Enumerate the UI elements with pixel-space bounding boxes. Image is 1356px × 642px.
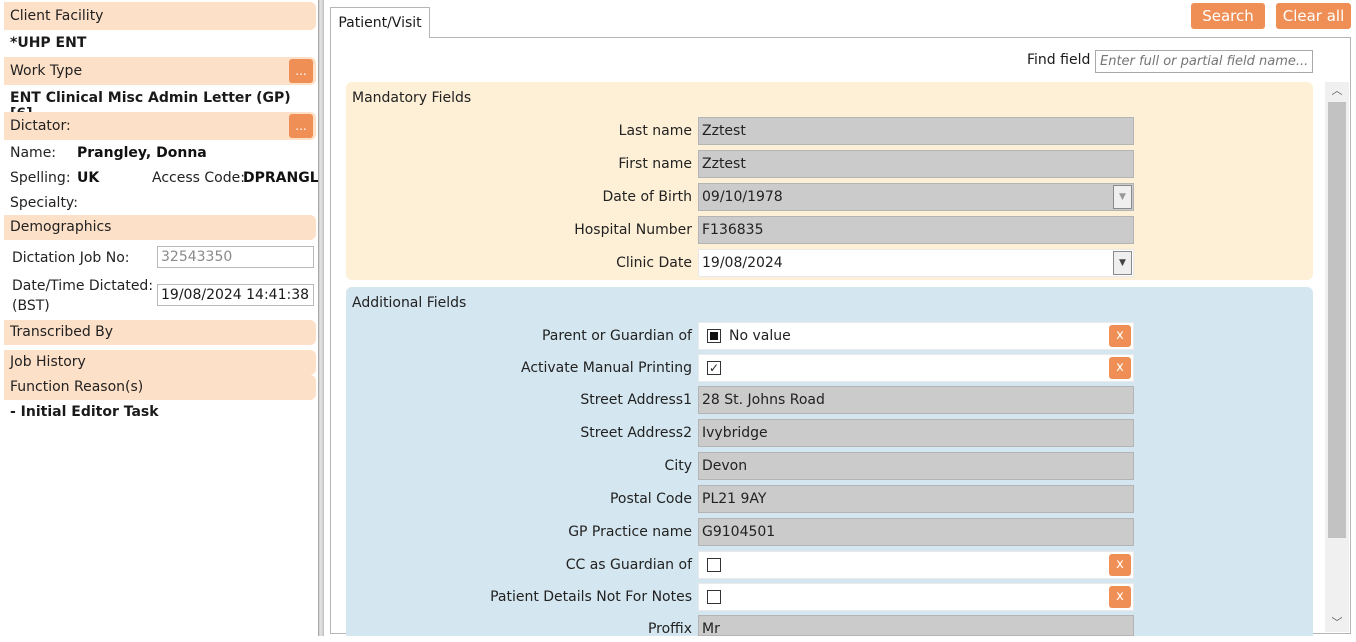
last-name-field[interactable]: Zztest (698, 117, 1134, 145)
clinic-date-label: Clinic Date (616, 255, 692, 271)
tab-patient-visit[interactable]: Patient/Visit (330, 7, 430, 38)
find-field-label: Find field (1027, 52, 1091, 68)
scroll-up-icon[interactable]: ︿ (1325, 82, 1349, 100)
cc-guardian-field[interactable]: x (698, 551, 1134, 579)
demographics-header: Demographics (4, 215, 316, 240)
checkbox-icon[interactable]: ✓ (707, 361, 721, 375)
work-type-select-button[interactable]: ... (289, 59, 313, 83)
dictator-header-label: Dictator: (10, 118, 71, 134)
transcribed-by-header[interactable]: Transcribed By (4, 320, 316, 345)
function-reason-header: Function Reason(s) (4, 375, 316, 400)
parent-guardian-value: No value (729, 328, 791, 344)
date-time-dictated-label: Date/Time Dictated: (12, 278, 154, 294)
date-of-birth-field[interactable]: 09/10/1978 ▼ (698, 183, 1134, 211)
postal-code-field[interactable]: PL21 9AY (698, 485, 1134, 513)
cc-guardian-label: CC as Guardian of (565, 557, 692, 573)
dictator-name-value: Prangley, Donna (77, 145, 207, 161)
additional-fields-title: Additional Fields (352, 295, 467, 311)
city-value: Devon (702, 458, 748, 474)
postal-code-label: Postal Code (609, 491, 692, 507)
job-details-panel: Client Facility *UHP ENT Work Type ... E… (0, 0, 319, 636)
activate-manual-printing-field[interactable]: ✓ x (698, 354, 1134, 382)
postal-code-value: PL21 9AY (702, 491, 767, 507)
patient-details-not-for-notes-label: Patient Details Not For Notes (490, 589, 692, 605)
cc-guardian-clear-button[interactable]: x (1109, 554, 1131, 576)
find-field-input[interactable] (1095, 50, 1313, 73)
clinic-date-value: 19/08/2024 (702, 255, 783, 271)
parent-guardian-label: Parent or Guardian of (541, 328, 692, 344)
dictator-header: Dictator: ... (4, 112, 316, 140)
checkbox-icon[interactable] (707, 558, 721, 572)
street-address1-value: 28 St. Johns Road (702, 392, 825, 408)
client-facility-header: Client Facility (4, 2, 316, 30)
dictator-select-button[interactable]: ... (289, 114, 313, 138)
chevron-down-icon[interactable]: ▼ (1113, 251, 1132, 275)
last-name-value: Zztest (702, 123, 746, 139)
street-address2-value: Ivybridge (702, 425, 768, 441)
date-of-birth-value: 09/10/1978 (702, 189, 783, 205)
prefix-field[interactable]: Mr (698, 615, 1134, 637)
work-type-header: Work Type ... (4, 57, 316, 85)
function-reason-value: - Initial Editor Task (10, 404, 159, 420)
dictator-name-label: Name: (10, 145, 57, 161)
mandatory-fields-title: Mandatory Fields (352, 90, 472, 106)
patient-details-not-for-notes-field[interactable]: x (698, 583, 1134, 611)
dictation-job-no-field[interactable]: 32543350 (157, 246, 314, 268)
street-address2-label: Street Address2 (580, 425, 692, 441)
scrollbar-thumb[interactable] (1328, 102, 1346, 538)
work-type-header-label: Work Type (10, 63, 83, 79)
transcribed-by-header-label: Transcribed By (10, 324, 114, 340)
last-name-label: Last name (618, 123, 692, 139)
client-facility-header-label: Client Facility (10, 8, 104, 24)
spelling-label: Spelling: (10, 170, 71, 186)
city-field[interactable]: Devon (698, 452, 1134, 480)
street-address1-label: Street Address1 (580, 392, 692, 408)
parent-guardian-field[interactable]: No value x (698, 322, 1134, 350)
gp-practice-name-field[interactable]: G9104501 (698, 518, 1134, 546)
gp-practice-name-value: G9104501 (702, 524, 776, 540)
hospital-number-label: Hospital Number (574, 222, 692, 238)
access-code-label: Access Code: (152, 170, 245, 186)
access-code-value: DPRANGL (243, 170, 319, 186)
job-history-header-label: Job History (10, 354, 86, 370)
street-address2-field[interactable]: Ivybridge (698, 419, 1134, 447)
clear-all-button[interactable]: Clear all (1276, 3, 1351, 29)
client-facility-value: *UHP ENT (10, 35, 87, 51)
activate-manual-printing-label: Activate Manual Printing (520, 360, 692, 376)
checkbox-icon[interactable] (707, 329, 721, 343)
first-name-value: Zztest (702, 156, 746, 172)
date-time-dictated-field[interactable]: 19/08/2024 14:41:38 (157, 284, 314, 306)
city-label: City (664, 458, 692, 474)
date-time-dictated-tz-label: (BST) (12, 298, 50, 314)
hospital-number-field[interactable]: F136835 (698, 216, 1134, 244)
patient-details-not-for-notes-clear-button[interactable]: x (1109, 586, 1131, 608)
function-reason-header-label: Function Reason(s) (10, 379, 144, 395)
search-button[interactable]: Search (1191, 3, 1265, 29)
job-history-header[interactable]: Job History (4, 350, 316, 375)
date-of-birth-label: Date of Birth (602, 189, 692, 205)
checkbox-icon[interactable] (707, 590, 721, 604)
street-address1-field[interactable]: 28 St. Johns Road (698, 386, 1134, 414)
spelling-value: UK (77, 170, 100, 186)
parent-guardian-clear-button[interactable]: x (1109, 325, 1131, 347)
demographics-header-label: Demographics (10, 219, 112, 235)
prefix-value: Mr (702, 621, 720, 637)
panel-splitter[interactable] (318, 0, 324, 636)
prefix-label: Proffix (647, 621, 692, 637)
chevron-down-icon[interactable]: ▼ (1113, 185, 1132, 209)
vertical-scrollbar[interactable]: ︿ ﹀ (1325, 82, 1349, 632)
hospital-number-value: F136835 (702, 222, 764, 238)
activate-manual-printing-clear-button[interactable]: x (1109, 357, 1131, 379)
scroll-down-icon[interactable]: ﹀ (1325, 614, 1349, 632)
dictation-job-no-label: Dictation Job No: (12, 250, 130, 266)
clinic-date-field[interactable]: 19/08/2024 ▼ (698, 249, 1134, 277)
first-name-label: First name (618, 156, 692, 172)
specialty-label: Specialty: (10, 195, 78, 211)
gp-practice-name-label: GP Practice name (568, 524, 692, 540)
first-name-field[interactable]: Zztest (698, 150, 1134, 178)
